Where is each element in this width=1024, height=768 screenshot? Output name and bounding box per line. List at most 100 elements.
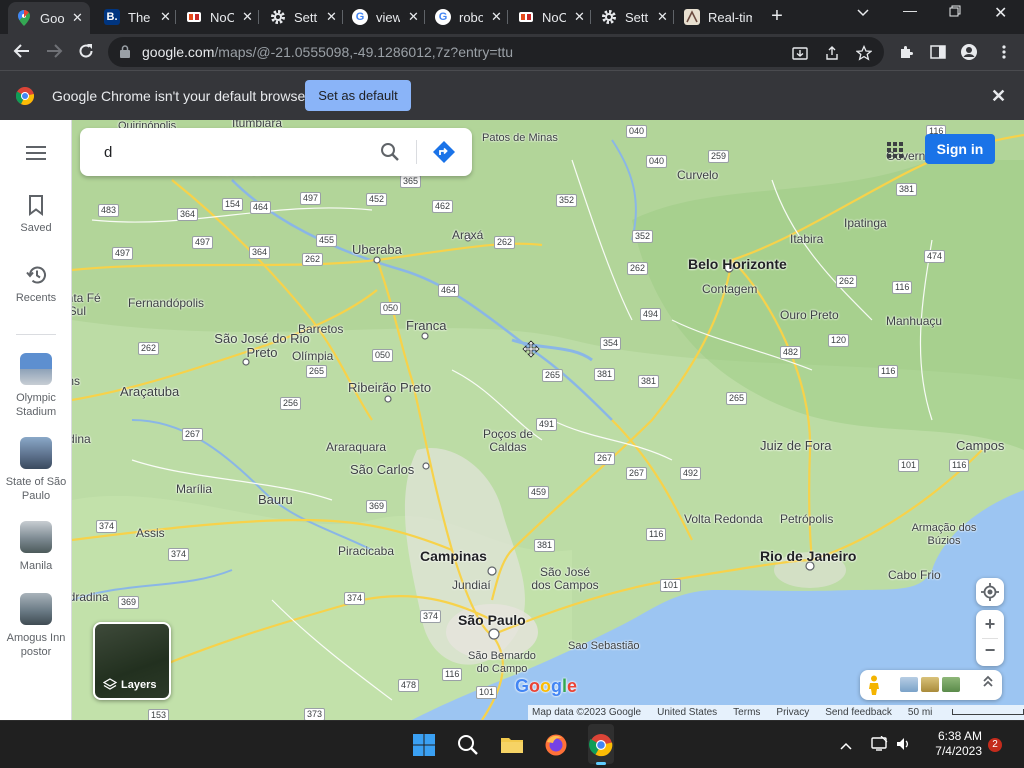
sidebar-item-recents[interactable]: Recents: [0, 264, 72, 304]
region-link[interactable]: United States: [657, 707, 717, 718]
close-icon[interactable]: ✕: [72, 10, 83, 26]
directions-icon[interactable]: [432, 140, 456, 164]
sidebar-place-manila[interactable]: Manila: [0, 521, 72, 573]
set-as-default-button[interactable]: Set as default: [305, 80, 411, 111]
minimize-button[interactable]: —: [903, 2, 917, 18]
map-city-label[interactable]: Campinas: [420, 548, 487, 564]
map-city-label[interactable]: São Carlos: [350, 462, 414, 477]
sidebar-place-state-of-sao-paulo[interactable]: State of São Paulo: [0, 437, 72, 503]
sidebar-item-saved[interactable]: Saved: [0, 194, 72, 234]
reload-button[interactable]: [76, 42, 96, 62]
map-city-label[interactable]: Ribeirão Preto: [348, 380, 431, 395]
map-city-label[interactable]: Poços de Caldas: [478, 428, 538, 454]
file-explorer-icon[interactable]: [500, 733, 524, 757]
map-city-label[interactable]: Olímpia: [292, 349, 333, 363]
close-icon[interactable]: ✕: [491, 9, 502, 25]
system-clock[interactable]: 6:38 AM 7/4/2023: [928, 729, 982, 759]
extensions-icon[interactable]: [898, 44, 914, 60]
map-city-label[interactable]: Armação dos Búzios: [904, 522, 984, 548]
close-icon[interactable]: ✕: [160, 9, 171, 25]
pegman-icon[interactable]: [868, 675, 880, 695]
profile-avatar-icon[interactable]: [961, 44, 977, 60]
map-city-label[interactable]: Araçatuba: [120, 384, 179, 399]
imagery-thumbnail[interactable]: [921, 677, 939, 692]
tab-realtime[interactable]: Real-time: [676, 4, 756, 30]
close-window-button[interactable]: ✕: [994, 3, 1007, 23]
map-city-label[interactable]: Andradina: [72, 432, 91, 446]
imagery-thumbnail[interactable]: [942, 677, 960, 692]
map-city-label[interactable]: São Bernardo do Campo: [462, 650, 542, 676]
map-city-label[interactable]: Sao Sebastião: [568, 640, 640, 652]
map-city-label[interactable]: Ipatinga: [844, 216, 887, 230]
terms-link[interactable]: Terms: [733, 707, 760, 718]
map-city-label[interactable]: Belo Horizonte: [688, 256, 787, 272]
map-city-label[interactable]: Marília: [176, 482, 212, 496]
map-city-label[interactable]: Ouro Preto: [780, 308, 839, 322]
map-city-label[interactable]: Bauru: [258, 492, 293, 507]
map-city-label[interactable]: Rio de Janeiro: [760, 548, 856, 564]
map-city-label[interactable]: Uberaba: [352, 242, 402, 257]
sign-in-button[interactable]: Sign in: [925, 134, 995, 164]
tab-search-chevron-icon[interactable]: [857, 4, 869, 20]
map-city-label[interactable]: Araraquara: [326, 440, 386, 454]
menu-hamburger-icon[interactable]: [26, 146, 46, 160]
map-city-label[interactable]: São Paulo: [458, 612, 526, 628]
chrome-icon[interactable]: [589, 733, 613, 757]
expand-chevron-icon[interactable]: [982, 674, 994, 691]
map-city-label[interactable]: Petrópolis: [780, 512, 833, 526]
map-canvas[interactable]: Belo Horizonte Campinas São Paulo Rio de…: [72, 120, 1024, 720]
send-feedback-link[interactable]: Send feedback: [825, 707, 892, 718]
tab-google-robots[interactable]: G robots ✕: [427, 4, 505, 30]
map-city-label[interactable]: Fernandópolis: [128, 296, 204, 310]
scale-label[interactable]: 50 mi: [908, 707, 1024, 718]
sidebar-place-olympic-stadium[interactable]: Olympic Stadium: [0, 353, 72, 419]
firefox-icon[interactable]: [544, 733, 568, 757]
map-city-label[interactable]: Volta Redonda: [684, 512, 763, 526]
tab-nocode-2[interactable]: NoCode ✕: [510, 4, 588, 30]
map-city-label[interactable]: Curvelo: [677, 168, 718, 182]
map-city-label[interactable]: Andradina: [72, 590, 109, 604]
map-city-label[interactable]: Manhuaçu: [886, 314, 942, 328]
new-tab-button[interactable]: +: [767, 6, 787, 26]
windows-start-icon[interactable]: [412, 733, 436, 757]
map-city-label[interactable]: Barretos: [298, 322, 343, 336]
back-button[interactable]: [12, 42, 32, 62]
install-app-icon[interactable]: [792, 45, 808, 61]
search-icon[interactable]: [456, 733, 480, 757]
sidebar-place-amogus-inn[interactable]: Amogus Inn postor: [0, 593, 72, 659]
close-icon[interactable]: ✕: [242, 9, 253, 25]
my-location-button[interactable]: [976, 578, 1004, 606]
forward-button[interactable]: [44, 42, 64, 62]
kebab-menu-icon[interactable]: [996, 44, 1012, 60]
network-icon[interactable]: [870, 735, 888, 755]
tab-google-maps[interactable]: Google Maps ✕: [8, 2, 90, 34]
notification-badge[interactable]: 2: [988, 738, 1002, 752]
privacy-link[interactable]: Privacy: [776, 707, 809, 718]
map-city-label[interactable]: Araxá: [452, 228, 483, 242]
restore-button[interactable]: [949, 4, 961, 20]
map-city-label[interactable]: Contagem: [702, 282, 757, 296]
zoom-in-button[interactable]: +: [976, 610, 1004, 638]
search-input[interactable]: [104, 142, 364, 162]
bookmark-star-icon[interactable]: [855, 44, 873, 61]
tab-booking[interactable]: B. The ✕: [96, 4, 172, 30]
map-city-label[interactable]: Jundiaí: [452, 578, 491, 592]
map-city-label[interactable]: Itabira: [790, 232, 823, 246]
map-city-label[interactable]: Juiz de Fora: [760, 438, 832, 453]
imagery-thumbnail[interactable]: [900, 677, 918, 692]
layers-button[interactable]: Layers: [93, 622, 171, 700]
volume-icon[interactable]: [895, 736, 911, 755]
map-city-label[interactable]: Assis: [136, 526, 165, 540]
map-city-label[interactable]: Campos: [956, 438, 1004, 453]
tab-google-view[interactable]: G view ✕: [344, 4, 422, 30]
share-icon[interactable]: [824, 45, 840, 61]
tab-settings[interactable]: Settings ✕: [262, 4, 340, 30]
close-icon[interactable]: ✕: [408, 9, 419, 25]
show-hidden-icons-chevron-icon[interactable]: [840, 737, 852, 753]
side-panel-icon[interactable]: [930, 44, 946, 60]
map-city-label[interactable]: Franca: [406, 318, 446, 333]
map-city-label[interactable]: Patos de Minas: [482, 132, 558, 144]
close-icon[interactable]: ✕: [657, 9, 668, 25]
map-city-label[interactable]: Santa Fé do Sul: [72, 292, 104, 318]
close-icon[interactable]: ✕: [991, 86, 1006, 107]
